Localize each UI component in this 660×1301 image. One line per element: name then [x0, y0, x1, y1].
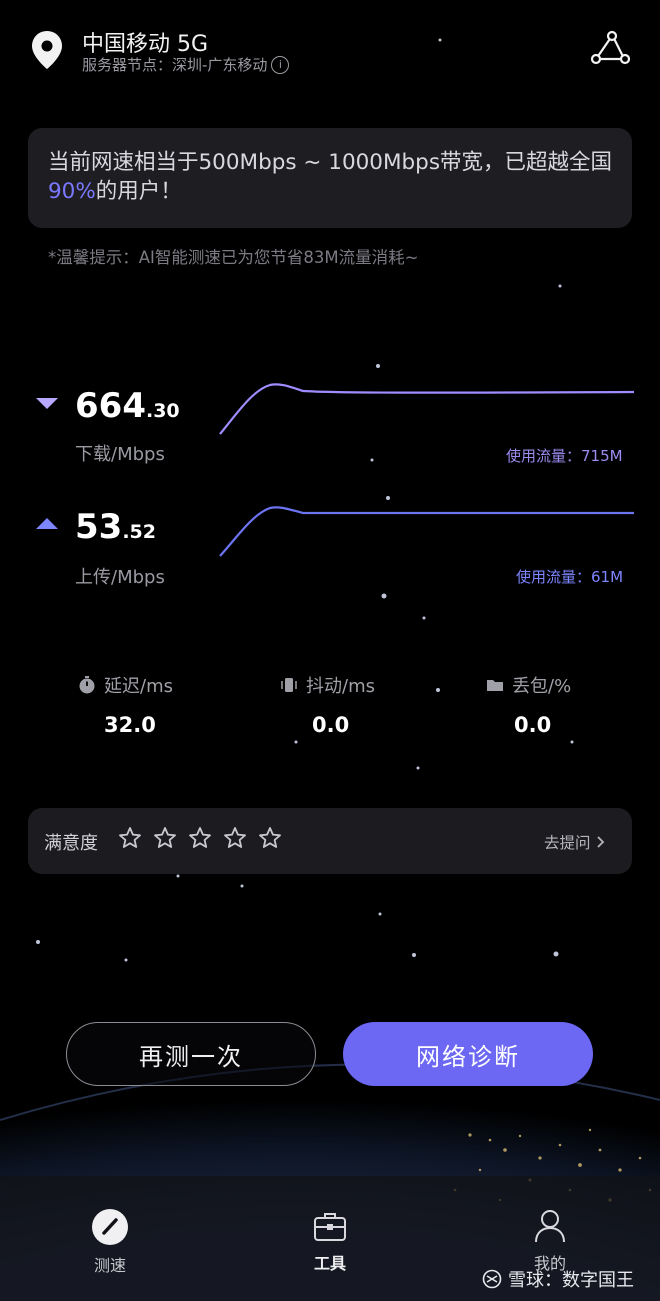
- star-icon[interactable]: [153, 826, 177, 850]
- download-unit-label: 下载/Mbps: [75, 444, 165, 465]
- packet-loss-value: 0.0: [514, 713, 552, 737]
- nav-tab-tools-label: 工具: [313, 1254, 346, 1273]
- data-saving-tip: *温馨提示：AI智能测速已为您节省83M流量消耗~: [48, 248, 419, 267]
- star-icon[interactable]: [223, 826, 247, 850]
- upload-speed-curve: [219, 506, 634, 557]
- folder-icon: [487, 680, 503, 691]
- nav-tab-speedtest[interactable]: 测速: [80, 1208, 140, 1276]
- nav-tab-mine[interactable]: 我的: [520, 1208, 580, 1274]
- latency-label: 延迟/ms: [78, 672, 173, 698]
- result-summary-text: 当前网速相当于500Mbps ~ 1000Mbps带宽，已超越全国 90%的用户！: [48, 148, 618, 206]
- speedometer-icon: [92, 1209, 128, 1245]
- upload-speed: 53 .52: [75, 507, 156, 547]
- download-arrow-icon: [36, 398, 58, 409]
- stopwatch-icon: [79, 676, 95, 694]
- info-icon[interactable]: i: [271, 55, 290, 74]
- watermark-text: 雪球：数字国王: [508, 1270, 634, 1291]
- jitter-label: 抖动/ms: [280, 672, 375, 698]
- percentile-value: 90%: [48, 179, 96, 204]
- download-speed-dec: .30: [145, 400, 180, 422]
- star-icon[interactable]: [258, 826, 282, 850]
- latency-label-text: 延迟/ms: [104, 676, 173, 697]
- network-diagnosis-button[interactable]: 网络诊断: [343, 1022, 593, 1086]
- summary-text-end: 的用户！: [95, 179, 182, 204]
- download-speed-curve: [219, 383, 634, 435]
- vibration-icon: [281, 678, 297, 692]
- jitter-label-text: 抖动/ms: [306, 676, 375, 697]
- nav-tab-tools[interactable]: 工具: [300, 1210, 360, 1274]
- upload-data-usage: 使用流量：61M: [516, 568, 624, 586]
- nav-tab-speedtest-label: 测速: [93, 1256, 126, 1275]
- packet-loss-label-text: 丢包/%: [512, 676, 572, 697]
- upload-unit-label: 上传/Mbps: [75, 567, 165, 588]
- ask-question-label: 去提问: [544, 834, 591, 852]
- star-icon[interactable]: [188, 826, 212, 850]
- user-icon: [535, 1210, 565, 1243]
- snowball-logo-icon: [482, 1269, 502, 1289]
- download-speed: 664 .30: [75, 386, 180, 426]
- latency-value: 32.0: [104, 713, 156, 737]
- server-node: 服务器节点：深圳-广东移动 i: [82, 54, 290, 75]
- chevron-right-icon: [596, 836, 604, 848]
- toolbox-icon: [314, 1213, 346, 1241]
- satisfaction-label: 满意度: [44, 833, 98, 854]
- download-speed-int: 664: [75, 386, 146, 426]
- retest-button[interactable]: 再测一次: [66, 1022, 316, 1086]
- upload-speed-int: 53: [75, 507, 123, 547]
- upload-arrow-icon: [36, 518, 58, 529]
- location-pin-icon: [32, 31, 62, 69]
- jitter-value: 0.0: [312, 713, 350, 737]
- star-icon[interactable]: [118, 826, 142, 850]
- watermark: 雪球：数字国王: [482, 1266, 634, 1292]
- share-icon[interactable]: [590, 30, 630, 66]
- packet-loss-label: 丢包/%: [486, 672, 571, 698]
- rating-stars: [118, 826, 282, 850]
- download-data-usage: 使用流量：715M: [506, 447, 623, 465]
- server-node-label: 服务器节点：深圳-广东移动: [82, 56, 268, 74]
- ask-question-link[interactable]: 去提问: [544, 831, 605, 853]
- upload-speed-dec: .52: [122, 521, 156, 543]
- summary-text-part: 当前网速相当于500Mbps ~ 1000Mbps带宽，已超越全国: [48, 150, 613, 175]
